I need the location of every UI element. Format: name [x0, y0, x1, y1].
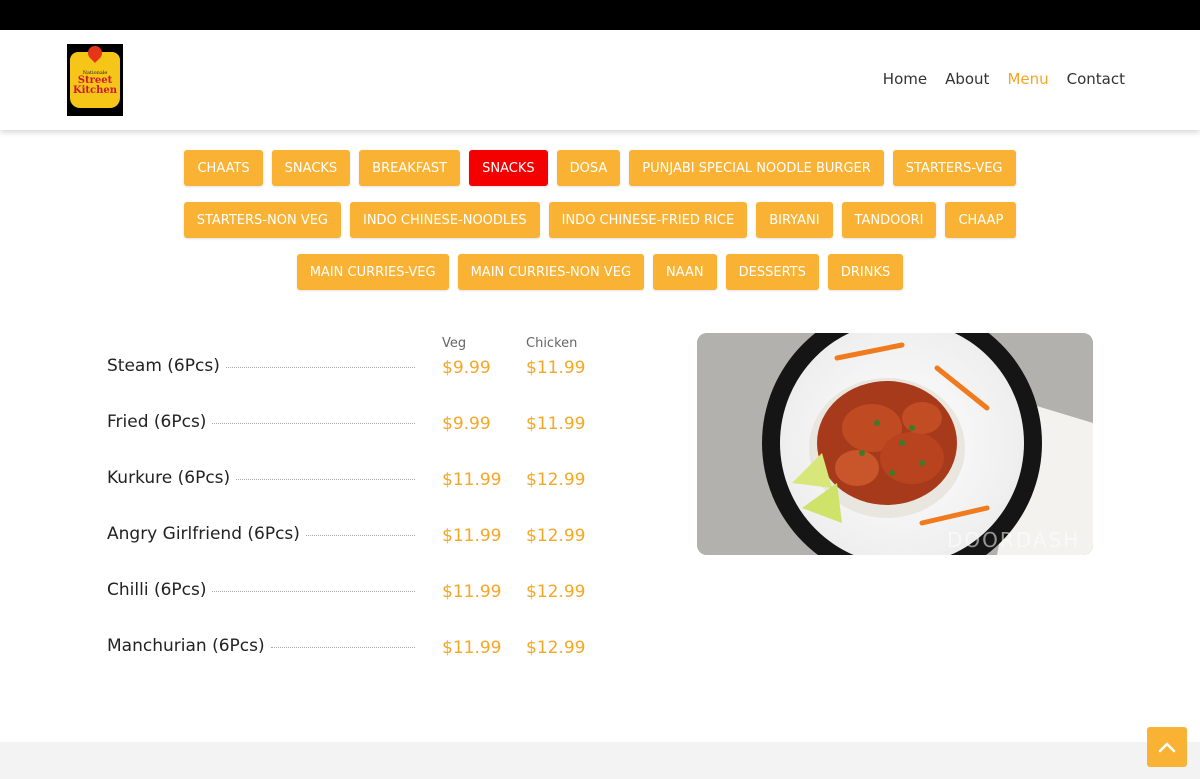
dot-leader: [270, 634, 415, 648]
tab-row-1: CHAATS SNACKS BREAKFAST SNACKS DOSA PUNJ…: [0, 150, 1200, 186]
tab-dosa[interactable]: DOSA: [556, 150, 621, 186]
dot-leader: [236, 466, 416, 480]
dot-leader: [212, 410, 416, 424]
tab-chaats[interactable]: CHAATS: [184, 150, 263, 186]
dish-illustration: DOORDASH: [697, 333, 1093, 555]
tab-punjabi-special-noodle-burger[interactable]: PUNJABI SPECIAL NOODLE BURGER: [629, 150, 884, 186]
column-header-veg: Veg: [442, 336, 467, 351]
footer-strip: [0, 742, 1200, 779]
tab-row-3: MAIN CURRIES-VEG MAIN CURRIES-NON VEG NA…: [0, 254, 1200, 290]
tab-naan[interactable]: NAAN: [653, 254, 717, 290]
tab-chaap[interactable]: CHAAP: [945, 202, 1017, 238]
menu-item: Angry Girlfriend (6Pcs) $11.99 $12.99: [107, 522, 597, 578]
menu-item-name: Angry Girlfriend (6Pcs): [107, 524, 300, 544]
menu-item-chicken-price: $11.99: [526, 358, 586, 378]
menu-item: Manchurian (6Pcs) $11.99 $12.99: [107, 634, 597, 690]
menu-item-veg-price: $11.99: [442, 582, 502, 602]
menu-item-name: Kurkure (6Pcs): [107, 468, 231, 488]
menu-category-tabs: CHAATS SNACKS BREAKFAST SNACKS DOSA PUNJ…: [0, 150, 1200, 306]
logo-badge: Nationale Street Kitchen: [70, 43, 120, 108]
menu-item-veg-price: $11.99: [442, 526, 502, 546]
menu-item-chicken-price: $12.99: [526, 526, 586, 546]
tab-snacks-active[interactable]: SNACKS: [469, 150, 548, 186]
tab-starters-veg[interactable]: STARTERS-VEG: [892, 150, 1016, 186]
tab-indo-chinese-noodles[interactable]: INDO CHINESE-NOODLES: [350, 202, 540, 238]
dot-leader: [212, 578, 416, 592]
menu-item: Kurkure (6Pcs) $11.99 $12.99: [107, 466, 597, 522]
tab-breakfast[interactable]: BREAKFAST: [359, 150, 461, 186]
menu-list: Steam (6Pcs) $9.99 $11.99 Fried (6Pcs) $…: [107, 354, 597, 690]
site-logo[interactable]: Nationale Street Kitchen: [67, 43, 123, 116]
menu-item-chicken-price: $12.99: [526, 582, 586, 602]
scroll-to-top-button[interactable]: [1147, 727, 1187, 767]
tab-snacks[interactable]: SNACKS: [271, 150, 351, 186]
tab-drinks[interactable]: DRINKS: [827, 254, 904, 290]
top-bar: [0, 0, 1200, 30]
nav-menu[interactable]: Menu: [1007, 70, 1048, 88]
main-nav: Home About Menu Contact: [883, 70, 1125, 88]
tab-row-2: STARTERS-NON VEG INDO CHINESE-NOODLES IN…: [0, 202, 1200, 238]
dot-leader: [305, 522, 415, 536]
menu-item-name: Fried (6Pcs): [107, 412, 207, 432]
menu-item-name: Manchurian (6Pcs): [107, 636, 265, 656]
menu-item-chicken-price: $12.99: [526, 470, 586, 490]
tab-starters-non-veg[interactable]: STARTERS-NON VEG: [183, 202, 341, 238]
chevron-up-icon: [1158, 742, 1176, 753]
watermark-text: DOORDASH: [947, 528, 1080, 552]
flame-icon: [85, 43, 105, 63]
menu-item-chicken-price: $12.99: [526, 638, 586, 658]
tab-desserts[interactable]: DESSERTS: [725, 254, 819, 290]
menu-item-veg-price: $9.99: [442, 414, 491, 434]
tab-main-curries-veg[interactable]: MAIN CURRIES-VEG: [296, 254, 449, 290]
nav-contact[interactable]: Contact: [1067, 70, 1125, 88]
menu-item: Chilli (6Pcs) $11.99 $12.99: [107, 578, 597, 634]
nav-home[interactable]: Home: [883, 70, 927, 88]
tab-tandoori[interactable]: TANDOORI: [841, 202, 937, 238]
menu-item: Steam (6Pcs) $9.99 $11.99: [107, 354, 597, 410]
menu-item-veg-price: $11.99: [442, 470, 502, 490]
menu-item: Fried (6Pcs) $9.99 $11.99: [107, 410, 597, 466]
tab-biryani[interactable]: BIRYANI: [756, 202, 833, 238]
tab-main-curries-non-veg[interactable]: MAIN CURRIES-NON VEG: [457, 254, 645, 290]
tab-indo-chinese-fried-rice[interactable]: INDO CHINESE-FRIED RICE: [548, 202, 748, 238]
menu-item-name: Steam (6Pcs): [107, 356, 220, 376]
logo-line-2: Kitchen: [72, 85, 118, 96]
menu-item-veg-price: $9.99: [442, 358, 491, 378]
menu-item-chicken-price: $11.99: [526, 414, 586, 434]
site-header: Nationale Street Kitchen Home About Menu…: [0, 30, 1200, 130]
menu-item-name: Chilli (6Pcs): [107, 580, 207, 600]
dish-photo: DOORDASH: [697, 333, 1093, 555]
dot-leader: [225, 354, 415, 368]
nav-about[interactable]: About: [945, 70, 989, 88]
column-header-chicken: Chicken: [526, 336, 578, 351]
menu-item-veg-price: $11.99: [442, 638, 502, 658]
